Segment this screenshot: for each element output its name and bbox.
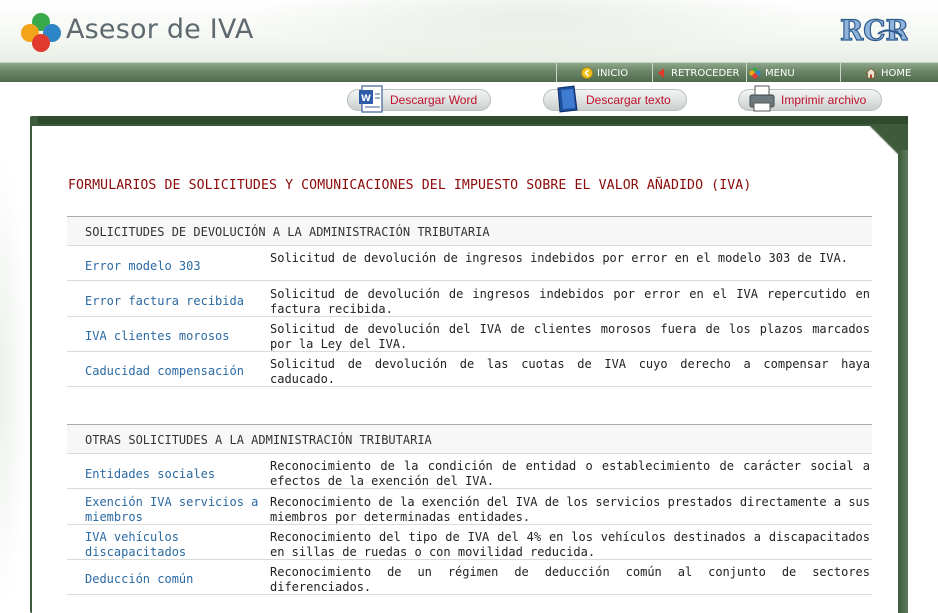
top-nav-bar: INICIO RETROCEDER MENU HOME bbox=[0, 62, 938, 83]
download-text-label: Descargar texto bbox=[586, 93, 671, 107]
form-link[interactable]: IVA clientes morosos bbox=[85, 329, 263, 344]
svg-text:W: W bbox=[361, 94, 371, 104]
table-row: IVA vehículos discapacitados Reconocimie… bbox=[67, 525, 872, 560]
table-row: Deducción común Reconocimiento de un rég… bbox=[67, 560, 872, 595]
form-link[interactable]: IVA vehículos discapacitados bbox=[85, 530, 225, 560]
table-row: Caducidad compensación Solicitud de devo… bbox=[67, 352, 872, 387]
form-description: Reconocimiento de la exención del IVA de… bbox=[270, 495, 870, 524]
svg-text:RCR: RCR bbox=[840, 14, 908, 47]
table-row: Entidades sociales Reconocimiento de la … bbox=[67, 454, 872, 489]
form-link[interactable]: Error modelo 303 bbox=[85, 259, 263, 274]
nav-menu-label: MENU bbox=[765, 67, 795, 79]
printer-icon bbox=[749, 85, 775, 112]
house-icon bbox=[865, 67, 877, 79]
form-description: Reconocimiento de la condición de entida… bbox=[270, 459, 870, 488]
page-fold-corner bbox=[870, 126, 898, 154]
form-description: Solicitud de devolución del IVA de clien… bbox=[270, 322, 870, 351]
left-decoration bbox=[0, 150, 30, 613]
download-toolbar: W Descargar Word Descargar texto Imprimi… bbox=[0, 82, 938, 118]
word-document-icon: W bbox=[359, 85, 383, 113]
print-file-label: Imprimir archivo bbox=[781, 93, 867, 107]
table-row: Exención IVA servicios a miembros Recono… bbox=[67, 490, 872, 525]
nav-inicio-button[interactable]: INICIO bbox=[556, 63, 652, 83]
text-document-icon bbox=[557, 85, 578, 113]
form-link[interactable]: Error factura recibida bbox=[85, 294, 263, 309]
nav-retroceder-button[interactable]: RETROCEDER bbox=[652, 63, 746, 83]
back-arrow-icon bbox=[658, 68, 664, 78]
nav-retroceder-label: RETROCEDER bbox=[671, 67, 740, 79]
nav-home-button[interactable]: HOME bbox=[840, 63, 938, 83]
download-word-label: Descargar Word bbox=[390, 93, 478, 107]
form-link[interactable]: Exención IVA servicios a miembros bbox=[85, 495, 265, 525]
form-description: Solicitud de devolución de ingresos inde… bbox=[270, 287, 870, 316]
app-title: Asesor de IVA bbox=[66, 14, 254, 45]
four-circles-menu-icon bbox=[749, 67, 761, 79]
form-link[interactable]: Deducción común bbox=[85, 572, 263, 587]
nav-items: INICIO RETROCEDER MENU HOME bbox=[556, 63, 938, 83]
four-circles-logo-icon bbox=[21, 13, 61, 52]
arrow-circle-left-icon bbox=[581, 67, 593, 79]
nav-home-label: HOME bbox=[881, 67, 912, 79]
section-heading-otras: OTRAS SOLICITUDES A LA ADMINISTRACIÓN TR… bbox=[67, 424, 872, 454]
form-description: Reconocimiento del tipo de IVA del 4% en… bbox=[270, 530, 870, 559]
table-row: Error factura recibida Solicitud de devo… bbox=[67, 282, 872, 317]
rcr-brand-logo-icon[interactable]: RCR bbox=[838, 12, 908, 50]
nav-inicio-label: INICIO bbox=[597, 67, 629, 79]
form-link[interactable]: Caducidad compensación bbox=[85, 364, 263, 379]
content-frame-edge bbox=[898, 150, 908, 613]
header-swoosh-decoration bbox=[250, 0, 810, 60]
download-word-button[interactable]: W Descargar Word bbox=[347, 85, 491, 113]
form-link[interactable]: Entidades sociales bbox=[85, 467, 263, 482]
form-description: Solicitud de devolución de ingresos inde… bbox=[270, 251, 848, 265]
nav-menu-button[interactable]: MENU bbox=[746, 63, 840, 83]
table-row: Error modelo 303 Solicitud de devolución… bbox=[67, 246, 872, 281]
form-description: Reconocimiento de un régimen de deducció… bbox=[270, 565, 870, 594]
form-description: Solicitud de devolución de las cuotas de… bbox=[270, 357, 870, 386]
app-header: Asesor de IVA RCR bbox=[0, 0, 938, 62]
document-title: FORMULARIOS DE SOLICITUDES Y COMUNICACIO… bbox=[68, 178, 752, 193]
table-row: IVA clientes morosos Solicitud de devolu… bbox=[67, 317, 872, 352]
print-file-button[interactable]: Imprimir archivo bbox=[738, 85, 882, 112]
download-text-button[interactable]: Descargar texto bbox=[543, 85, 687, 113]
section-heading-devolucion: SOLICITUDES DE DEVOLUCIÓN A LA ADMINISTR… bbox=[67, 216, 872, 246]
